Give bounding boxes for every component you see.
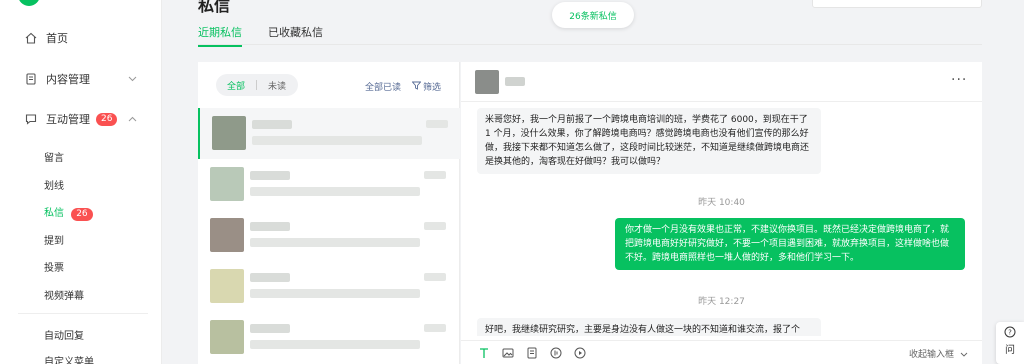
chevron-down-icon xyxy=(960,350,968,360)
more-options-icon[interactable]: ··· xyxy=(951,72,967,88)
conversation-time xyxy=(424,171,446,179)
new-messages-pill[interactable]: 26条新私信 xyxy=(552,2,634,28)
image-icon[interactable] xyxy=(501,346,515,360)
sub-item-votes[interactable]: 投票 xyxy=(44,259,64,274)
sub-item-mentions[interactable]: 提到 xyxy=(44,232,64,247)
filter-funnel-icon xyxy=(411,81,422,93)
conversation-time xyxy=(424,222,446,230)
avatar xyxy=(210,269,244,303)
chat-contact-name xyxy=(505,77,525,86)
collapse-input-label: 收起输入框 xyxy=(909,350,955,360)
sub-item-auto-reply[interactable]: 自动回复 xyxy=(44,327,84,342)
conversation-preview xyxy=(250,187,420,196)
chevron-down-icon xyxy=(128,74,137,85)
message-timestamp: 昨天 12:27 xyxy=(698,297,745,307)
nav-home[interactable]: 首页 xyxy=(24,30,68,46)
avatar xyxy=(210,320,244,354)
avatar xyxy=(212,116,246,150)
sidebar: 首页 内容管理 互动管理 26 留言 划线 私信 26 提到 投票 视频弹幕 自… xyxy=(0,0,162,364)
svg-text:?: ? xyxy=(1008,329,1012,337)
tabs-divider xyxy=(198,44,982,45)
chat-toolbar: 收起输入框 xyxy=(461,340,982,364)
nav-content-label: 内容管理 xyxy=(46,73,90,86)
conversation-item[interactable] xyxy=(198,108,460,159)
conversation-time xyxy=(424,324,446,332)
nav-interaction-label: 互动管理 xyxy=(46,113,90,126)
nav-home-label: 首页 xyxy=(46,32,68,45)
message-timestamp: 昨天 10:40 xyxy=(698,198,745,208)
conversation-item[interactable] xyxy=(198,210,460,261)
filter-all-button[interactable]: 全部 xyxy=(216,79,256,92)
sub-item-comments[interactable]: 留言 xyxy=(44,149,64,164)
filter-toggle: 全部 未读 xyxy=(216,74,298,96)
avatar xyxy=(210,167,244,201)
filter-unread-button[interactable]: 未读 xyxy=(257,79,297,92)
conversation-time xyxy=(424,273,446,281)
conversation-preview xyxy=(250,238,420,247)
sidebar-divider xyxy=(18,313,148,314)
conversation-preview xyxy=(252,136,422,145)
sub-item-underlines[interactable]: 划线 xyxy=(44,177,64,192)
conversation-name xyxy=(250,171,290,180)
conversation-time xyxy=(426,120,448,128)
sub-item-direct-messages[interactable]: 私信 26 xyxy=(44,204,93,221)
collapse-input-button[interactable]: 收起输入框 xyxy=(909,347,968,360)
article-icon[interactable] xyxy=(525,346,539,360)
incoming-message: 米哥您好，我一个月前报了一个跨境电商培训的班，学费花了 6000，到现在干了 1… xyxy=(477,108,821,174)
audio-icon[interactable] xyxy=(549,346,563,360)
nav-interaction-management[interactable]: 互动管理 26 xyxy=(24,111,137,127)
conversation-list: 全部 未读 全部已读 筛选 xyxy=(198,62,460,364)
chat-panel: ··· 米哥您好，我一个月前报了一个跨境电商培训的班，学费花了 6000，到现在… xyxy=(461,62,982,364)
avatar xyxy=(475,70,499,94)
conversation-name xyxy=(250,273,290,282)
conversation-item[interactable] xyxy=(198,312,460,363)
chevron-up-icon xyxy=(128,114,137,125)
conversation-item[interactable] xyxy=(198,261,460,312)
sub-item-custom-menu[interactable]: 自定义菜单 xyxy=(44,353,94,364)
incoming-message: 好吧，我继续研究研究，主要是身边没有人做这一块的不知道和谁交流，报了个 xyxy=(477,318,821,336)
document-icon xyxy=(24,72,38,86)
home-icon xyxy=(24,31,38,45)
logo-icon xyxy=(18,0,40,6)
conversation-preview xyxy=(250,289,420,298)
conversation-name xyxy=(250,324,290,333)
text-format-icon[interactable] xyxy=(477,346,491,360)
chat-bubble-icon xyxy=(24,112,38,126)
page-title: 私信 xyxy=(198,0,231,15)
chat-header: ··· xyxy=(461,62,982,102)
nav-content-management[interactable]: 内容管理 xyxy=(24,71,137,87)
conversation-item[interactable] xyxy=(198,159,460,210)
dm-badge: 26 xyxy=(71,208,93,221)
help-button[interactable]: ? 问 xyxy=(996,322,1024,364)
video-icon[interactable] xyxy=(573,346,587,360)
conversation-name xyxy=(252,120,292,129)
sub-item-dm-label: 私信 xyxy=(44,208,64,219)
filter-button[interactable]: 筛选 xyxy=(411,80,442,93)
avatar xyxy=(210,218,244,252)
filter-label: 筛选 xyxy=(423,83,442,93)
conversation-name xyxy=(250,222,290,231)
interaction-badge: 26 xyxy=(96,112,118,126)
sub-item-video-danmaku[interactable]: 视频弹幕 xyxy=(44,287,84,302)
help-label: 问 xyxy=(1005,345,1015,356)
search-input[interactable] xyxy=(812,0,982,8)
question-icon: ? xyxy=(996,326,1024,341)
mark-all-read-button[interactable]: 全部已读 xyxy=(365,80,401,93)
outgoing-message: 你才做一个月没有效果也正常，不建议你换项目。既然已经决定做跨境电商了，就把跨境电… xyxy=(615,218,965,270)
conversation-preview xyxy=(250,340,420,349)
